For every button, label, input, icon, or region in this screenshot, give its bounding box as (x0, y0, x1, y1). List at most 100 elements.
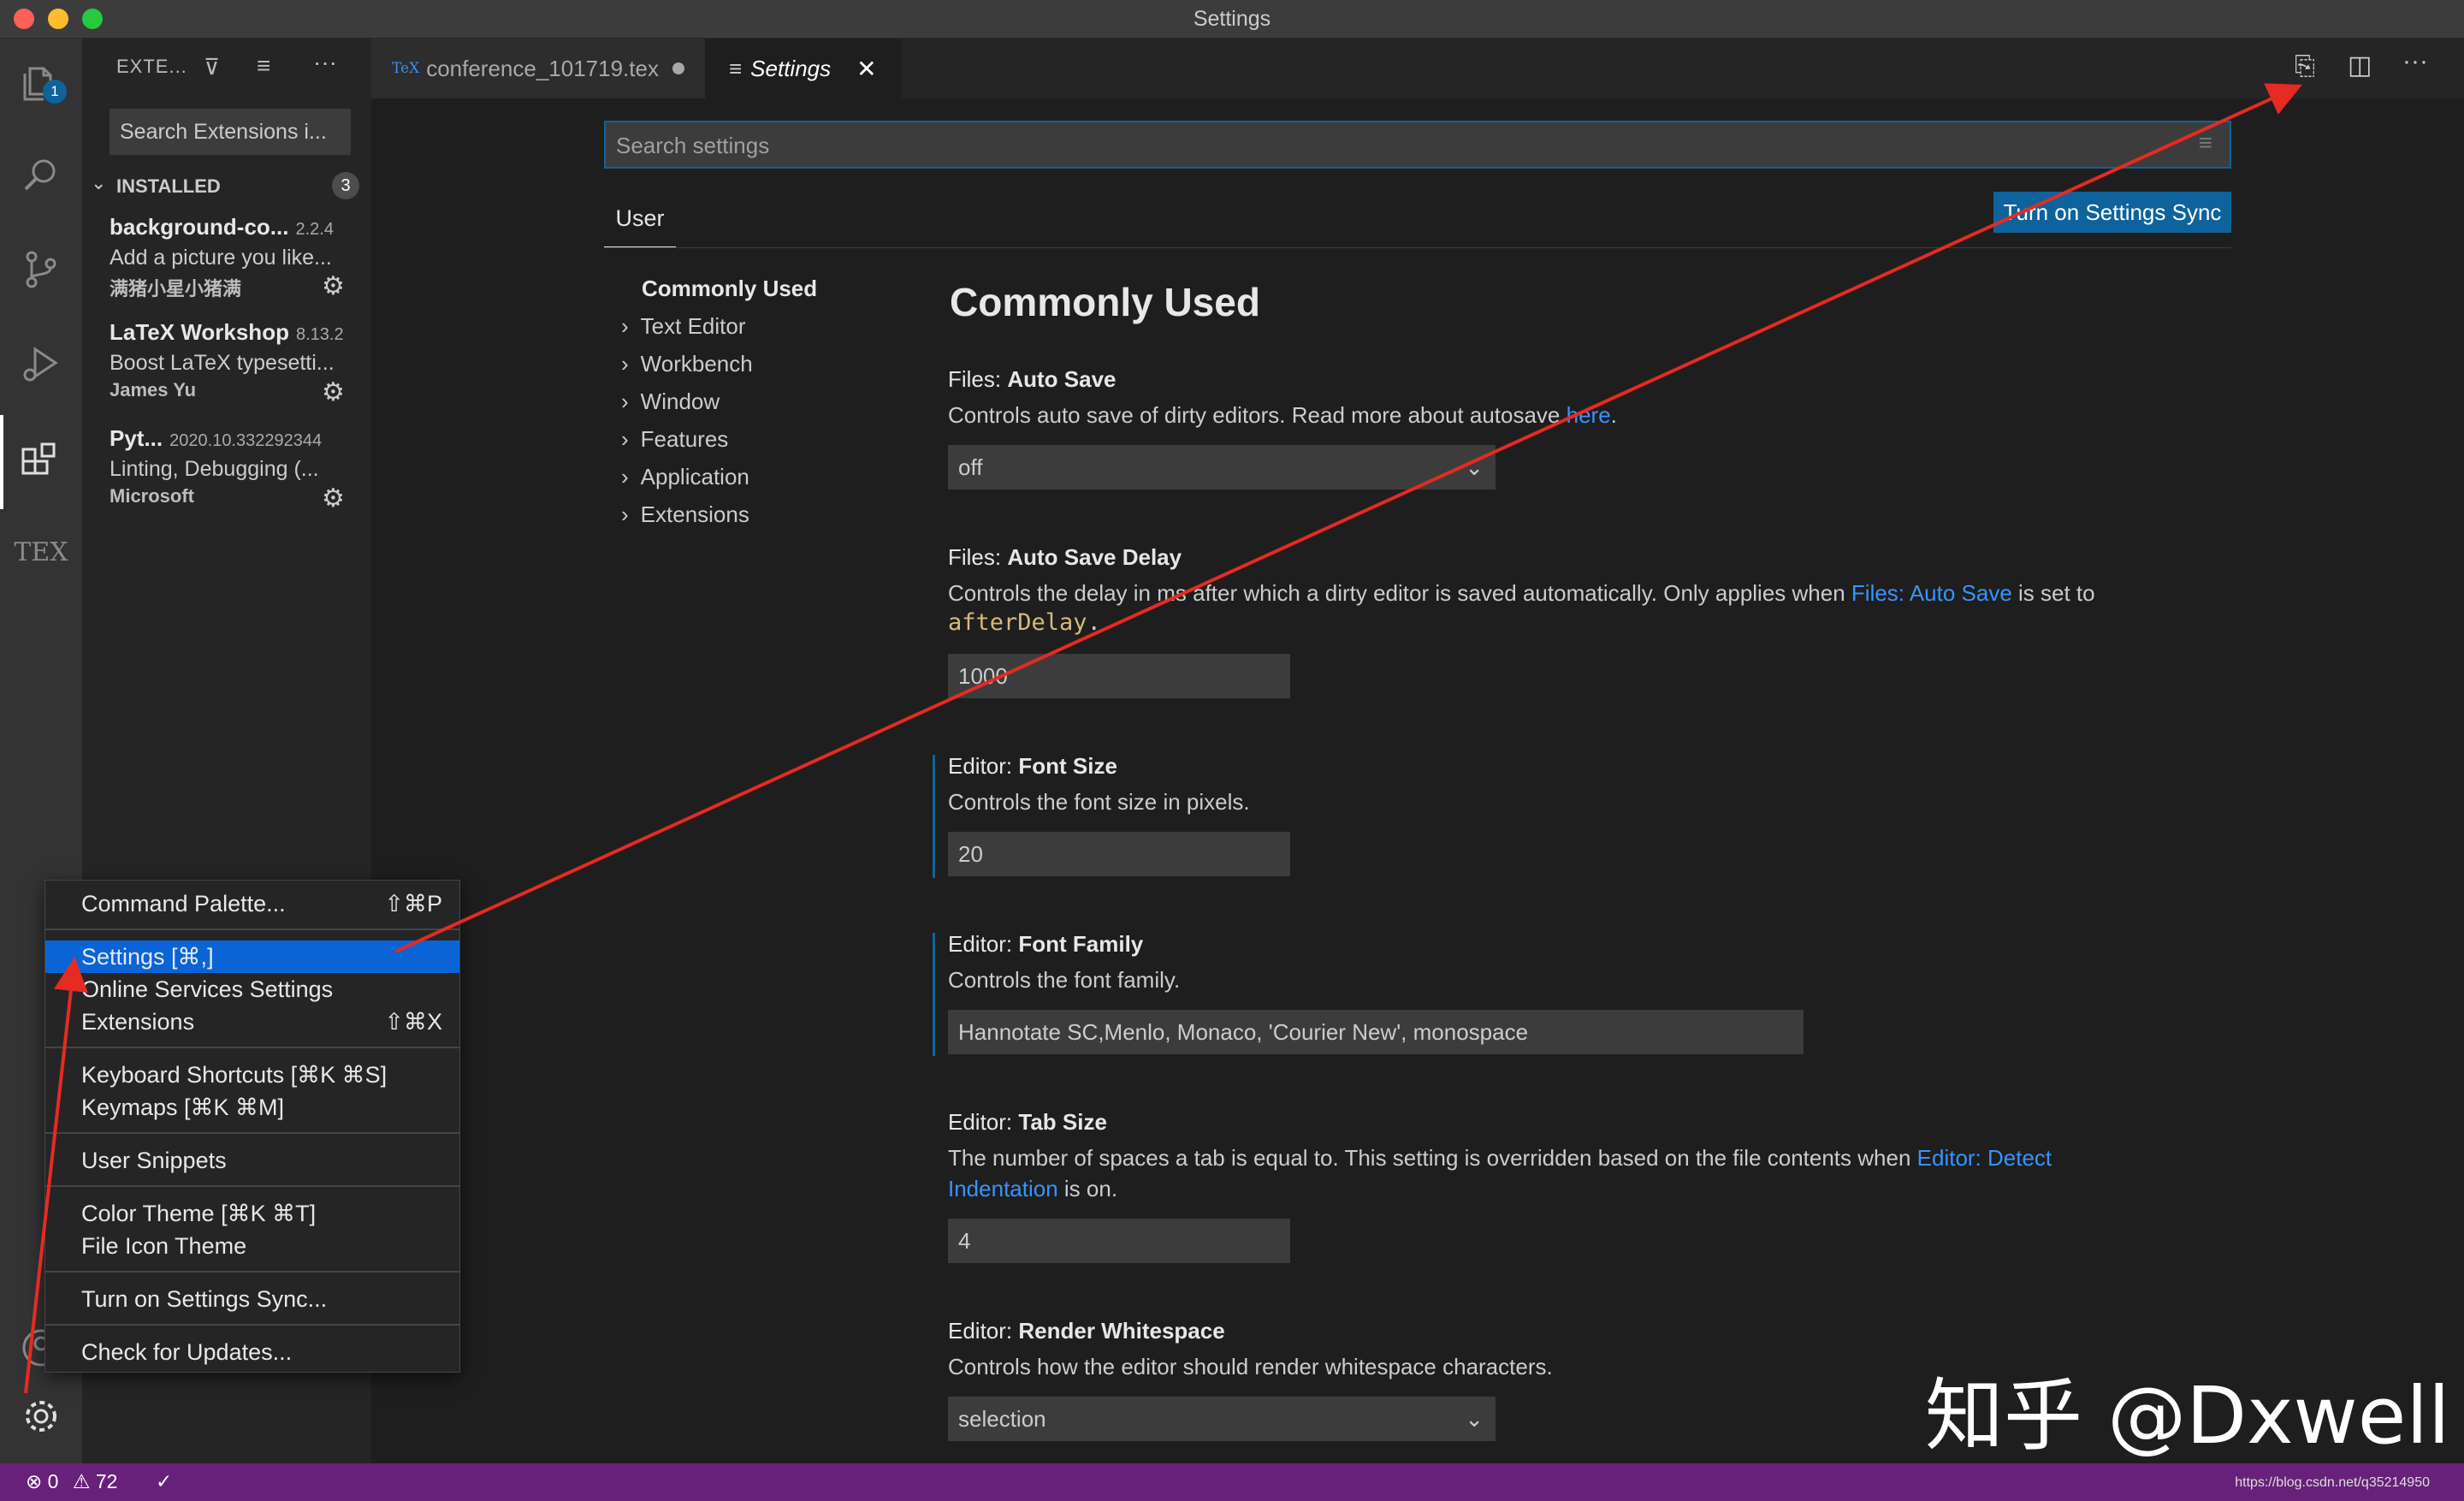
toc-label: Text Editor (640, 313, 746, 339)
search-placeholder: Search settings (616, 133, 770, 158)
menu-separator (45, 1185, 459, 1187)
extension-item[interactable]: background-co... 2.2.4 Add a picture you … (110, 214, 358, 301)
explorer-button[interactable]: 1 (15, 56, 67, 107)
menu-item-settings[interactable]: Settings [⌘,] (45, 940, 459, 973)
setting-name: Render Whitespace (1018, 1318, 1225, 1344)
menu-label: Color Theme [⌘K ⌘T] (81, 1200, 317, 1226)
toc-window[interactable]: › Window (621, 389, 720, 415)
menu-label: Settings [⌘,] (81, 943, 214, 970)
extensions-button[interactable] (15, 436, 67, 488)
search-extensions-input[interactable]: Search Extensions i... (110, 109, 351, 155)
problems-indicator[interactable]: ⊗ 0 ⚠ 72 (26, 1470, 117, 1493)
manage-extension-gear-icon[interactable]: ⚙ (322, 484, 345, 513)
toc-application[interactable]: › Application (621, 464, 749, 490)
setting-category: Files: (948, 544, 1008, 570)
menu-item-keymaps[interactable]: Keymaps [⌘K ⌘M] (45, 1091, 459, 1124)
menu-item-check-for-updates[interactable]: Check for Updates... (45, 1336, 459, 1368)
manage-extension-gear-icon[interactable]: ⚙ (322, 377, 345, 407)
detect-indentation-link[interactable]: Editor: Detect (1917, 1145, 2052, 1171)
close-icon[interactable]: ✕ (856, 55, 876, 83)
extension-name: Pyt... (110, 425, 163, 451)
gear-icon (26, 1401, 56, 1432)
select-value: selection (958, 1405, 1046, 1432)
menu-item-online-services-settings[interactable]: Online Services Settings (45, 973, 459, 1006)
menu-label: File Icon Theme (81, 1232, 247, 1259)
extension-publisher: 满猪小星小猪满 (110, 278, 242, 300)
manage-menu: Command Palette... ⇧⌘P Settings [⌘,] Onli… (44, 880, 460, 1373)
setting-description: Controls the delay in ms after which a d… (948, 580, 2095, 607)
menu-shortcut: ⇧⌘P (384, 890, 442, 917)
toc-extensions[interactable]: › Extensions (621, 501, 749, 528)
menu-item-file-icon-theme[interactable]: File Icon Theme (45, 1230, 459, 1262)
extension-item[interactable]: Pyt... 2020.10.332292344 Linting, Debuggi… (110, 425, 358, 507)
manage-extension-gear-icon[interactable]: ⚙ (322, 271, 345, 301)
menu-item-turn-on-settings-sync[interactable]: Turn on Settings Sync... (45, 1283, 459, 1315)
unsaved-dot-icon[interactable] (672, 62, 684, 74)
auto-save-select[interactable]: off ⌄ (948, 445, 1496, 489)
split-editor-icon[interactable]: ◫ (2348, 50, 2372, 80)
chevron-right-icon: › (621, 351, 629, 377)
menu-item-keyboard-shortcuts[interactable]: Keyboard Shortcuts [⌘K ⌘S] (45, 1059, 459, 1091)
font-size-input[interactable]: 20 (948, 832, 1290, 876)
chevron-right-icon: › (621, 313, 629, 339)
tab-size-input[interactable]: 4 (948, 1219, 1290, 1263)
extension-item[interactable]: LaTeX Workshop 8.13.2 Boost LaTeX typeset… (110, 319, 358, 401)
more-actions-icon[interactable]: ··· (2402, 47, 2428, 76)
toc-workbench[interactable]: › Workbench (621, 351, 753, 377)
settings-file-icon: ≡ (729, 55, 743, 81)
toc-commonly-used[interactable]: Commonly Used (642, 276, 817, 302)
menu-item-extensions[interactable]: Extensions ⇧⌘X (45, 1006, 459, 1038)
tab-settings[interactable]: ≡ Settings ✕ (705, 39, 902, 98)
chevron-right-icon: › (621, 389, 629, 414)
tab-label: conference_101719.tex (426, 55, 659, 81)
extension-version: 8.13.2 (295, 325, 344, 344)
menu-item-color-theme[interactable]: Color Theme [⌘K ⌘T] (45, 1197, 459, 1230)
installed-label: INSTALLED (116, 175, 221, 197)
check-icon[interactable]: ✓ (156, 1470, 172, 1493)
tab-user-settings[interactable]: User (604, 205, 676, 248)
filter-icon[interactable]: ⊽ (204, 54, 220, 80)
auto-save-delay-input[interactable]: 1000 (948, 654, 1290, 698)
search-settings-input[interactable]: Search settings ≡ (604, 121, 2231, 169)
toc-features[interactable]: › Features (621, 426, 728, 453)
menu-label: Keymaps [⌘K ⌘M] (81, 1094, 285, 1120)
font-family-input[interactable]: Hannotate SC,Menlo, Monaco, 'Courier New… (948, 1010, 1804, 1054)
setting-title: Editor: Font Family (948, 931, 1143, 958)
source-control-button[interactable] (15, 244, 67, 295)
tab-conference-tex[interactable]: TeX conference_101719.tex (371, 39, 705, 98)
detect-indentation-link[interactable]: Indentation (948, 1176, 1058, 1201)
menu-shortcut: ⇧⌘X (384, 1008, 442, 1035)
menu-item-user-snippets[interactable]: User Snippets (45, 1144, 459, 1177)
menu-item-command-palette[interactable]: Command Palette... ⇧⌘P (45, 887, 459, 920)
section-title: Commonly Used (950, 280, 1260, 324)
tab-label: Settings (750, 55, 832, 81)
error-count: 0 (47, 1470, 59, 1492)
here-link[interactable]: here (1567, 402, 1611, 428)
toc-label: Extensions (640, 501, 749, 527)
setting-description: Controls the font family. (948, 967, 1181, 993)
error-icon: ⊗ (26, 1470, 43, 1492)
setting-description: Controls how the editor should render wh… (948, 1354, 1553, 1379)
source-control-icon (26, 251, 56, 288)
select-value: off (958, 454, 983, 480)
manage-button[interactable] (15, 1391, 67, 1442)
setting-title: Files: Auto Save (948, 366, 1116, 393)
files-auto-save-link[interactable]: Files: Auto Save (1851, 580, 2012, 606)
open-settings-json-icon[interactable]: ⎘ (2295, 52, 2315, 81)
menu-label: Turn on Settings Sync... (81, 1285, 328, 1312)
run-debug-button[interactable] (15, 338, 67, 389)
modified-indicator (933, 755, 935, 878)
toc-text-editor[interactable]: › Text Editor (621, 313, 746, 340)
setting-description: The number of spaces a tab is equal to. … (948, 1145, 2052, 1172)
active-indicator (0, 415, 3, 509)
setting-category: Files: (948, 366, 1008, 392)
render-whitespace-select[interactable]: selection ⌄ (948, 1397, 1496, 1441)
search-button[interactable] (15, 150, 67, 201)
clear-list-icon[interactable]: ≡ (257, 52, 270, 80)
more-actions-icon[interactable]: ··· (313, 49, 337, 76)
turn-on-settings-sync-button[interactable]: Turn on Settings Sync (1993, 192, 2231, 233)
tex-button[interactable]: TEX (14, 526, 68, 578)
installed-section-header[interactable]: ⌄ INSTALLED 3 (82, 169, 371, 203)
clear-filter-icon[interactable]: ≡ (2199, 129, 2212, 157)
chevron-right-icon: › (621, 464, 629, 489)
